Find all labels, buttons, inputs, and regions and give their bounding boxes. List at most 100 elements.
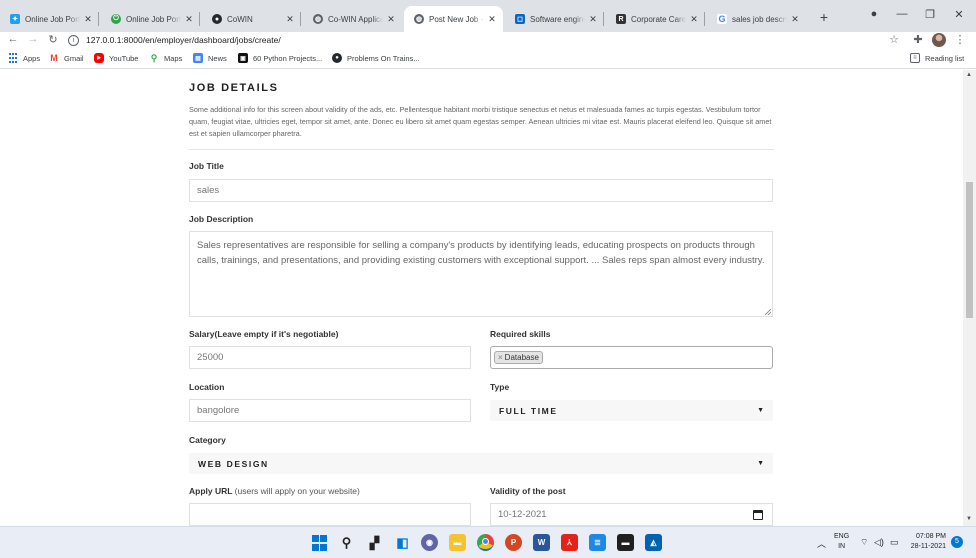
job-title-input[interactable]: sales — [189, 179, 773, 202]
close-icon[interactable]: ✕ — [790, 14, 800, 25]
widgets-icon[interactable]: ◧ — [394, 534, 411, 551]
maximize-icon[interactable]: ❐ — [922, 8, 938, 21]
calendar-icon[interactable] — [753, 510, 763, 520]
chat-icon[interactable]: ◉ — [421, 534, 438, 551]
close-icon[interactable]: ✕ — [487, 14, 497, 25]
star-bookmark-icon[interactable]: ☆ — [887, 33, 901, 46]
terminal-icon[interactable]: ▬ — [617, 534, 634, 551]
wifi-icon[interactable]: ⌔ — [860, 537, 868, 548]
bookmark-maps[interactable]: ⚲ Maps — [149, 53, 183, 63]
page-scrollbar[interactable]: ▲ ▼ — [963, 70, 976, 526]
close-icon[interactable]: ✕ — [588, 14, 598, 25]
close-window-icon[interactable]: ✕ — [951, 8, 967, 21]
info-icon[interactable]: i — [68, 34, 79, 46]
job-description-textarea[interactable]: Sales representatives are responsible fo… — [189, 231, 773, 317]
show-hidden-icons-chevron-icon[interactable]: ︿ — [817, 537, 826, 550]
browser-tab[interactable]: ◍ Co-WIN Application ✕ — [303, 6, 402, 32]
browser-tab[interactable]: ● CoWIN ✕ — [202, 6, 301, 32]
bookmark-label: Maps — [164, 53, 183, 63]
reading-list-label: Reading list — [925, 53, 965, 63]
section-description: Some additional info for this screen abo… — [189, 105, 772, 138]
notepad-icon[interactable]: ≣ — [589, 534, 606, 551]
location-input[interactable]: bangolore — [189, 399, 471, 422]
green-circle-icon: ⏻ — [111, 14, 121, 24]
close-icon[interactable]: ✕ — [386, 14, 396, 25]
reading-list-button[interactable]: ≡ Reading list — [910, 53, 964, 63]
back-arrow-icon[interactable]: ← — [6, 33, 20, 45]
bookmark-label: 60 Python Projects... — [253, 53, 323, 63]
tab-title: Software engineer — [530, 14, 585, 24]
youtube-icon: ▶ — [94, 53, 104, 63]
language-indicator[interactable]: ENG IN — [834, 532, 849, 552]
salary-input[interactable]: 25000 — [189, 346, 471, 369]
apps-grid-icon — [8, 53, 18, 63]
battery-icon[interactable]: ▭ — [890, 537, 899, 548]
bookmark-label: News — [208, 53, 227, 63]
bookmark-apps[interactable]: Apps — [8, 53, 40, 63]
validity-value: 10-12-2021 — [498, 509, 547, 520]
section-title: JOB DETAILS — [189, 82, 279, 94]
clock[interactable]: 07:08 PM 28-11-2021 — [910, 532, 946, 552]
job-title-value: sales — [197, 185, 220, 196]
close-icon[interactable]: ✕ — [285, 14, 295, 25]
globe-icon: ◍ — [313, 14, 323, 24]
tab-title: Corporate Career — [631, 14, 686, 24]
avatar[interactable] — [932, 33, 946, 47]
extensions-puzzle-icon[interactable]: ✚ — [911, 33, 925, 46]
scrollbar-thumb[interactable] — [966, 182, 973, 318]
remove-tag-icon[interactable]: × — [498, 353, 503, 362]
menu-kebab-icon[interactable]: ⋮ — [953, 33, 967, 46]
resize-handle-icon[interactable] — [765, 309, 771, 315]
blue-square-icon: ◻ — [515, 14, 525, 24]
volume-icon[interactable]: ◁) — [874, 537, 884, 548]
scroll-up-arrow-icon[interactable]: ▲ — [966, 72, 972, 78]
bookmark-gmail[interactable]: M Gmail — [49, 53, 83, 63]
word-icon[interactable]: W — [533, 534, 550, 551]
globe-icon: ◍ — [414, 14, 424, 24]
apply-url-label-text: Apply URL — [189, 486, 233, 496]
validity-date-input[interactable]: 10-12-2021 — [490, 503, 773, 526]
browser-tab[interactable]: G sales job descript ✕ — [707, 6, 806, 32]
browser-tab[interactable]: ⏻ Online Job Portal ✕ — [101, 6, 200, 32]
powerpoint-icon[interactable]: P — [505, 534, 522, 551]
file-explorer-icon[interactable]: ▬ — [449, 534, 466, 551]
notification-badge[interactable]: 5 — [951, 536, 963, 548]
new-tab-plus-icon[interactable]: + — [816, 9, 832, 25]
bookmark-news[interactable]: ▤ News — [193, 53, 227, 63]
lang-top: ENG — [834, 533, 850, 540]
bookmark-python-projects[interactable]: ▣ 60 Python Projects... — [238, 53, 322, 63]
category-select[interactable]: WEB DESIGN ▼ — [189, 453, 773, 474]
reload-icon[interactable]: ↻ — [46, 33, 60, 46]
windows-taskbar: ⚲ ▞ ◧ ◉ ▬ P W ⅄ ≣ ▬ ◭ ︿ ENG IN ⌔ ◁) ▭ 07… — [0, 526, 976, 558]
bookmark-problems-on-trains[interactable]: ● Problems On Trains... — [332, 53, 420, 63]
chrome-icon[interactable] — [477, 534, 494, 551]
forward-arrow-icon[interactable]: → — [26, 33, 40, 45]
apply-url-input[interactable] — [189, 503, 471, 526]
minimize-icon[interactable]: — — [894, 8, 910, 20]
job-description-label: Job Description — [189, 214, 254, 224]
windows-start-icon[interactable] — [311, 534, 328, 551]
task-view-icon[interactable]: ▞ — [366, 534, 383, 551]
photos-icon[interactable]: ◭ — [645, 534, 662, 551]
close-icon[interactable]: ✕ — [184, 14, 194, 25]
skill-tag[interactable]: × Database — [494, 351, 543, 364]
browser-tab[interactable]: ◻ Software engineer ✕ — [505, 6, 604, 32]
profile-record-icon[interactable]: ● — [866, 8, 882, 20]
required-skills-input[interactable]: × Database — [490, 346, 773, 369]
category-label: Category — [189, 435, 226, 445]
address-bar[interactable]: i 127.0.0.1:8000/en/employer/dashboard/j… — [68, 32, 908, 48]
close-icon[interactable]: ✕ — [83, 14, 93, 25]
browser-tab-active[interactable]: ◍ Post New Job - D ✕ — [404, 6, 503, 32]
type-select[interactable]: FULL TIME ▼ — [490, 400, 773, 421]
scroll-down-arrow-icon[interactable]: ▼ — [966, 516, 972, 522]
job-title-label: Job Title — [189, 161, 224, 171]
bookmark-youtube[interactable]: ▶ YouTube — [94, 53, 138, 63]
twitter-bird-icon: ✦ — [10, 14, 20, 24]
skill-tag-label: Database — [504, 353, 539, 362]
browser-tab[interactable]: ✦ Online Job Portal ✕ — [0, 6, 99, 32]
pdf-reader-icon[interactable]: ⅄ — [561, 534, 578, 551]
close-icon[interactable]: ✕ — [689, 14, 699, 25]
search-icon[interactable]: ⚲ — [338, 534, 355, 551]
browser-tab[interactable]: R Corporate Career ✕ — [606, 6, 705, 32]
chevron-down-icon: ▼ — [757, 407, 764, 414]
